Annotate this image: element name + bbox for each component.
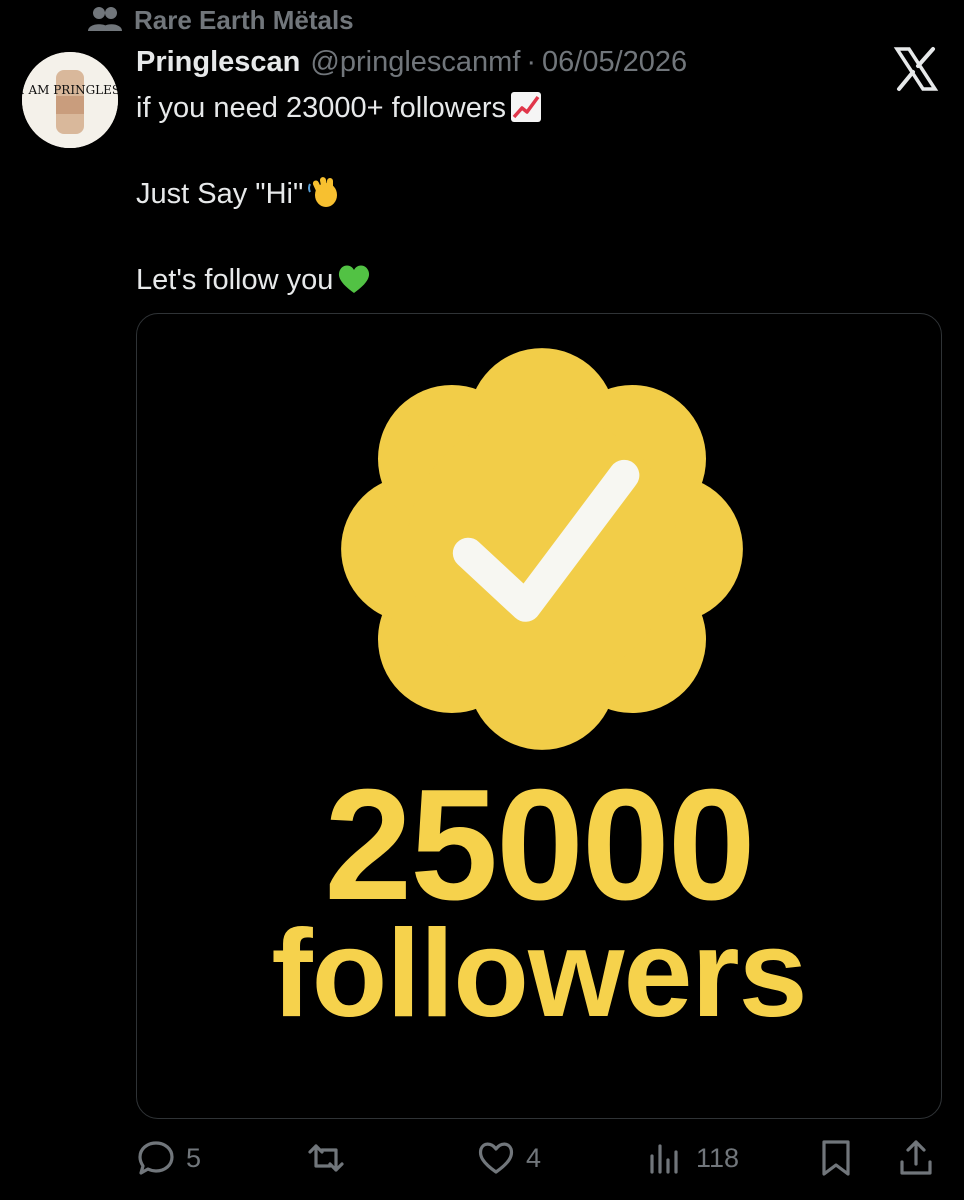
tweet-line-1-text: if you need 23000+ followers bbox=[136, 92, 507, 124]
avatar[interactable]: I AM PRINGLES bbox=[22, 52, 118, 148]
verified-badge-icon bbox=[341, 348, 743, 750]
like-count: 4 bbox=[526, 1142, 542, 1173]
follower-count: 25000 bbox=[324, 757, 755, 933]
tweet-line-3: Let's follow you bbox=[136, 260, 916, 306]
view-count: 118 bbox=[696, 1142, 740, 1173]
separator-dot: · bbox=[526, 46, 537, 78]
reply-button[interactable]: 5 bbox=[136, 1138, 201, 1178]
social-context[interactable]: Rare Earth Mëtals bbox=[88, 4, 354, 36]
share-button[interactable] bbox=[896, 1138, 936, 1178]
heart-icon bbox=[478, 1142, 514, 1174]
tweet-header: Pringlescan @pringlescanmf · 06/05/2026 bbox=[136, 46, 687, 86]
display-name[interactable]: Pringlescan bbox=[136, 46, 300, 79]
waving-hand-emoji bbox=[307, 175, 341, 220]
tweet-media[interactable]: 25000 followers bbox=[136, 313, 942, 1119]
follower-label: followers bbox=[271, 905, 807, 1043]
views-button[interactable]: 118 bbox=[646, 1138, 739, 1178]
share-icon bbox=[900, 1140, 932, 1175]
action-bar: 5 4 118 bbox=[0, 1130, 964, 1186]
tweet-line-2-text: Just Say "Hi" bbox=[136, 178, 304, 210]
tweet-date[interactable]: 06/05/2026 bbox=[542, 46, 687, 79]
bookmark-icon bbox=[822, 1140, 850, 1176]
repost-icon bbox=[308, 1144, 344, 1172]
tweet-line-2: Just Say "Hi" bbox=[136, 174, 916, 220]
tweet-text: if you need 23000+ followers Just Say "H… bbox=[136, 88, 916, 306]
reply-count: 5 bbox=[186, 1142, 202, 1173]
community-icon bbox=[88, 7, 122, 31]
reply-icon bbox=[138, 1141, 174, 1175]
user-handle[interactable]: @pringlescanmf bbox=[310, 46, 520, 79]
avatar-image: I AM PRINGLES bbox=[22, 52, 118, 148]
tweet-line-3-text: Let's follow you bbox=[136, 264, 334, 296]
bookmark-button[interactable] bbox=[816, 1138, 856, 1178]
views-icon bbox=[650, 1144, 678, 1174]
tweet-line-1: if you need 23000+ followers bbox=[136, 88, 916, 134]
like-button[interactable]: 4 bbox=[476, 1138, 541, 1178]
community-name: Rare Earth Mëtals bbox=[134, 4, 354, 35]
green-heart-emoji bbox=[337, 263, 371, 306]
chart-increasing-emoji bbox=[510, 91, 542, 134]
avatar-caption: I AM PRINGLES bbox=[22, 83, 118, 97]
repost-button[interactable] bbox=[306, 1138, 356, 1178]
x-logo-icon[interactable] bbox=[893, 46, 939, 92]
